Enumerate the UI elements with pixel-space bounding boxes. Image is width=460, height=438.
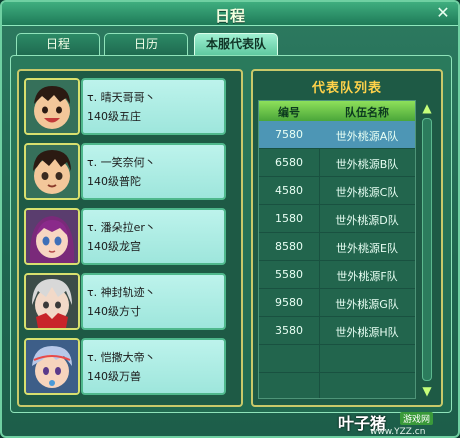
team-name: 世外桃源G队	[335, 298, 399, 311]
team-id: 1580	[275, 212, 303, 225]
member-card: τ. 一笑奈何丶 140级普陀	[81, 143, 226, 200]
team-id: 3580	[275, 324, 303, 337]
member-row[interactable]: τ. 潘朵拉er丶 140级龙宫	[24, 208, 237, 265]
title-bar: 日程 ✕	[2, 2, 458, 26]
team-name: 世外桃源A队	[335, 130, 399, 143]
tab-schedule[interactable]: 日程	[16, 33, 100, 55]
tab-content: τ. 晴天哥哥丶 140级五庄 τ. 一笑奈何丶 140级普陀 τ. 潘朵拉er…	[10, 55, 452, 413]
avatar	[24, 78, 80, 135]
avatar	[24, 338, 80, 395]
team-name: 世外桃源C队	[335, 186, 399, 199]
table-row[interactable]: 9580 世外桃源G队	[259, 289, 415, 317]
team-name: 世外桃源H队	[335, 326, 399, 339]
table-header: 编号 队伍名称	[259, 101, 415, 121]
table-row[interactable]: 1580 世外桃源D队	[259, 205, 415, 233]
member-name: τ. 潘朵拉er丶	[87, 221, 156, 234]
tab-calendar[interactable]: 日历	[104, 33, 188, 55]
member-row[interactable]: τ. 晴天哥哥丶 140级五庄	[24, 78, 237, 135]
member-name: τ. 晴天哥哥丶	[87, 91, 156, 104]
team-list-title: 代表队列表	[311, 81, 382, 96]
tab-bar: 日程 日历 本服代表队	[16, 33, 456, 55]
table-row[interactable]: 3580 世外桃源H队	[259, 317, 415, 345]
team-name: 世外桃源E队	[336, 242, 398, 255]
member-panel: τ. 晴天哥哥丶 140级五庄 τ. 一笑奈何丶 140级普陀 τ. 潘朵拉er…	[17, 69, 243, 407]
team-list-scrollbar[interactable]: ▲ ▼	[418, 100, 436, 399]
member-level: 140级普陀	[87, 175, 141, 188]
member-level: 140级五庄	[87, 110, 141, 123]
watermark: 叶子猪 游戏网 www.YZZ.cn	[334, 410, 454, 438]
member-name: τ. 恺撒大帝丶	[87, 351, 156, 364]
team-id: 8580	[275, 240, 303, 253]
table-row[interactable]: 5580 世外桃源F队	[259, 261, 415, 289]
member-card: τ. 恺撒大帝丶 140级万兽	[81, 338, 226, 395]
member-card: τ. 潘朵拉er丶 140级龙宫	[81, 208, 226, 265]
scroll-up-icon[interactable]: ▲	[418, 100, 436, 116]
table-row[interactable]: 4580 世外桃源C队	[259, 177, 415, 205]
member-level: 140级方寸	[87, 305, 141, 318]
team-name: 世外桃源D队	[335, 214, 399, 227]
member-row[interactable]: τ. 一笑奈何丶 140级普陀	[24, 143, 237, 200]
member-level: 140级万兽	[87, 370, 141, 383]
team-id: 9580	[275, 296, 303, 309]
tab-server-team[interactable]: 本服代表队	[194, 33, 278, 55]
table-row[interactable]: 8580 世外桃源E队	[259, 233, 415, 261]
member-row[interactable]: τ. 恺撒大帝丶 140级万兽	[24, 338, 237, 395]
column-header-id: 编号	[278, 106, 300, 119]
watermark-url: www.YZZ.cn	[370, 427, 426, 437]
team-name: 世外桃源B队	[335, 158, 399, 171]
member-level: 140级龙宫	[87, 240, 141, 253]
avatar	[24, 143, 80, 200]
team-id: 7580	[275, 128, 303, 141]
scroll-down-icon[interactable]: ▼	[418, 383, 436, 399]
avatar	[24, 208, 80, 265]
close-icon[interactable]: ✕	[434, 4, 452, 22]
table-row-empty	[259, 345, 415, 373]
table-row[interactable]: 7580 世外桃源A队	[259, 121, 415, 149]
team-table: 编号 队伍名称 7580 世外桃源A队 6580 世外桃源B队 4580 世外桃…	[258, 100, 416, 399]
member-name: τ. 神封轨迹丶	[87, 286, 156, 299]
member-card: τ. 神封轨迹丶 140级方寸	[81, 273, 226, 330]
team-list-panel: 代表队列表 编号 队伍名称 7580 世外桃源A队 6580 世外桃源B队 45…	[251, 69, 443, 407]
team-name: 世外桃源F队	[336, 270, 398, 283]
scroll-track[interactable]	[422, 118, 432, 381]
window-title: 日程	[214, 7, 245, 25]
team-id: 5580	[275, 268, 303, 281]
watermark-tag: 游戏网	[400, 412, 434, 425]
member-card: τ. 晴天哥哥丶 140级五庄	[81, 78, 226, 135]
schedule-window: 日程 ✕ 日程 日历 本服代表队 τ. 晴天哥哥丶 140级五庄 τ. 一笑奈何…	[0, 0, 460, 438]
team-id: 6580	[275, 156, 303, 169]
member-name: τ. 一笑奈何丶	[87, 156, 156, 169]
team-id: 4580	[275, 184, 303, 197]
member-row[interactable]: τ. 神封轨迹丶 140级方寸	[24, 273, 237, 330]
table-row[interactable]: 6580 世外桃源B队	[259, 149, 415, 177]
avatar	[24, 273, 80, 330]
column-header-team-name: 队伍名称	[345, 106, 389, 119]
